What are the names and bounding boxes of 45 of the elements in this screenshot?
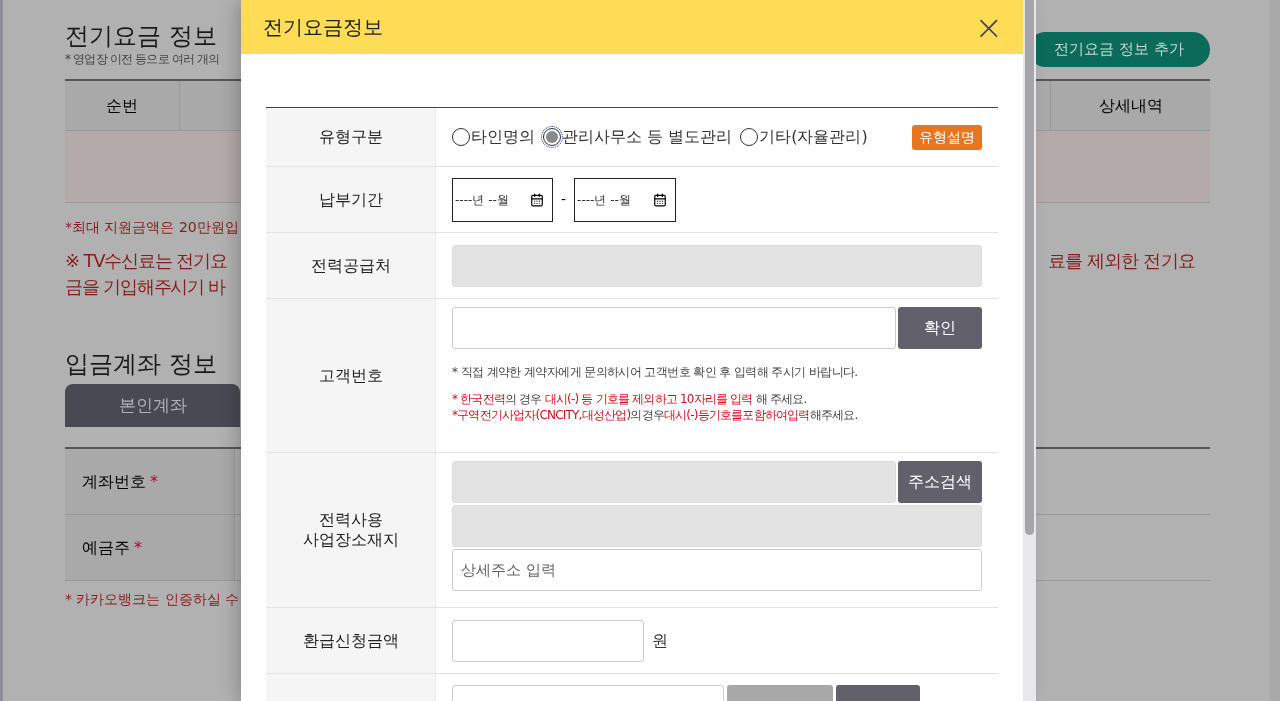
row-label: 사업장소재지	[302, 530, 399, 550]
modal-title: 전기요금정보	[263, 14, 383, 41]
column-header: 상세내역	[1050, 81, 1210, 130]
column-header: 순번	[65, 81, 180, 130]
row-label: 전력공급처	[310, 255, 391, 276]
unit-label: 원	[652, 629, 668, 652]
range-separator: -	[561, 190, 567, 209]
hint-text: *구역전기사업자(CNCITY,대성산업)의경우대시(-)등기호를포함하여입력해주세요.	[452, 407, 859, 423]
required-mark: *	[134, 536, 142, 559]
notice-text: 금을 기입해주시기 바	[65, 275, 226, 299]
row-label: 유형구분	[318, 127, 383, 147]
radio-label: 타인명의	[471, 126, 535, 148]
required-mark: *	[150, 470, 158, 493]
radio-label: 기타(자율관리)	[759, 126, 868, 148]
confirm-button[interactable]: 확인	[898, 307, 982, 349]
close-button[interactable]: ×	[974, 10, 1003, 44]
month-field[interactable]: ----년 --월	[452, 177, 553, 222]
section-title: 입금계좌 정보	[65, 349, 217, 380]
section-subtitle: * 영업장 이전 등으로 여러 개의	[65, 52, 220, 66]
note-text: *최대 지원금액은 20만원입	[65, 218, 240, 237]
section-title: 전기요금 정보	[65, 21, 218, 52]
radio-button[interactable]	[740, 128, 759, 146]
customer-number-field[interactable]	[452, 307, 896, 349]
refund-amount-field[interactable]	[452, 619, 644, 662]
hint-text: * 직접 계약한 계약자에게 문의하시어 고객번호 확인 후 입력해 주시기 바랍니다.	[452, 364, 859, 381]
row-label: 전력사용	[318, 510, 383, 530]
modal-scrollbar[interactable]	[1023, 0, 1036, 701]
hint-text: * 한국전력의 경우 대시(-) 등 기호를 제외하고 10자리를 입력 해 주세요.	[452, 391, 808, 407]
month-field[interactable]: ----년 --월	[574, 177, 677, 222]
notice-text: 료를 제외한 전기요	[1047, 249, 1195, 273]
calendar-icon	[653, 192, 668, 207]
tab[interactable]: 본인계좌	[65, 384, 240, 427]
field-label: 계좌번호	[82, 470, 146, 493]
row-label: 납부기간	[318, 189, 383, 210]
detail-address-field[interactable]: 상세주소 입력	[452, 549, 982, 591]
calendar-icon	[530, 192, 544, 207]
radio-button[interactable]	[452, 128, 470, 146]
radio-button[interactable]	[543, 128, 561, 146]
address-search-button[interactable]: 주소검색	[898, 461, 982, 503]
row-label: 고객번호	[318, 365, 383, 386]
notice-text: ※ TV수신료는 전기요	[65, 249, 227, 273]
row-label: 환급신청금액	[302, 630, 399, 651]
radio-label: 관리사무소 등 별도관리	[562, 126, 733, 148]
field-label: 예금주	[82, 536, 130, 559]
note-text: * 카카오뱅크는 인증하실 수	[65, 590, 241, 609]
